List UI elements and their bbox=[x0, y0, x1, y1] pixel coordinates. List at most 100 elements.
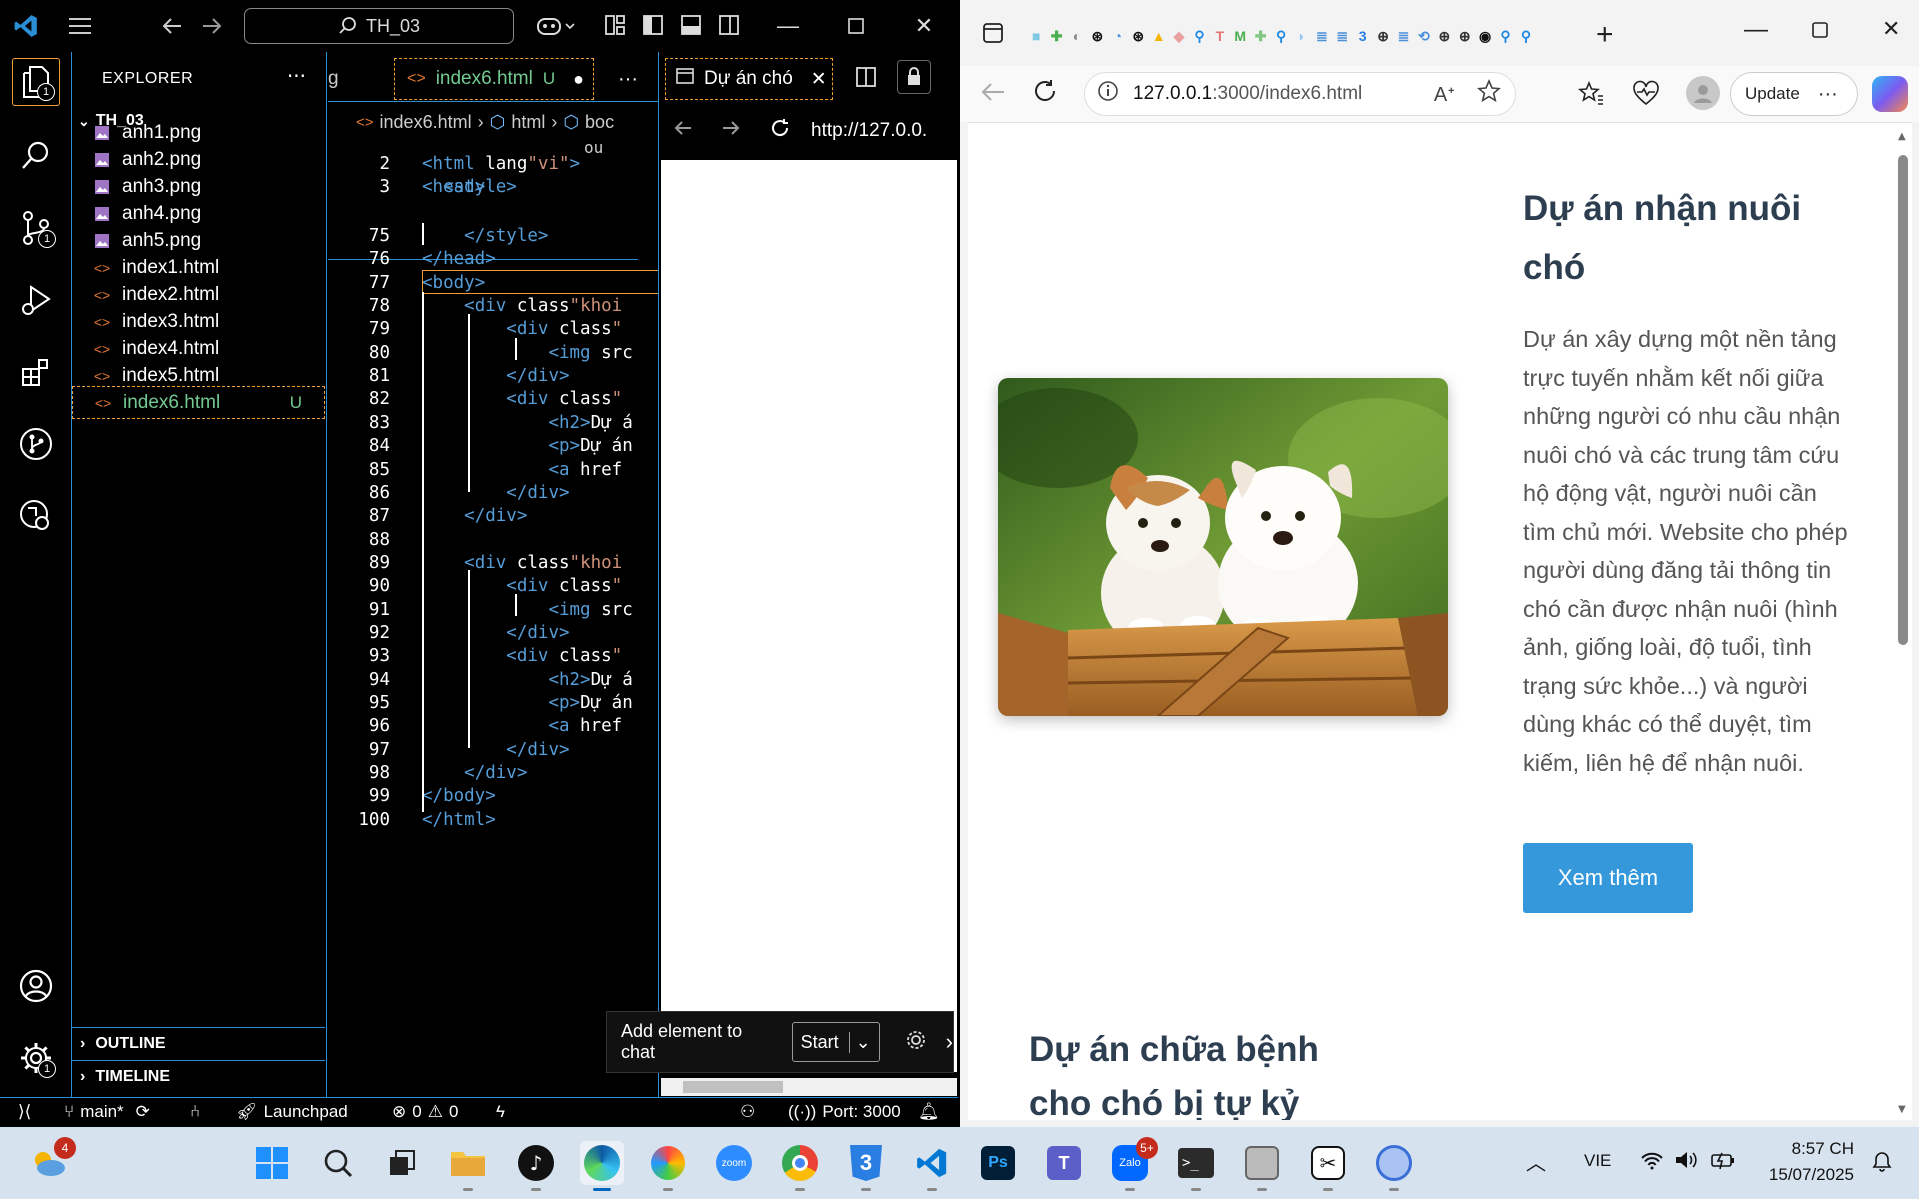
chrome-icon[interactable] bbox=[778, 1141, 822, 1191]
breadcrumb-file[interactable]: index6.html bbox=[380, 112, 472, 133]
split-editor-icon[interactable] bbox=[855, 66, 877, 92]
remote-explorer-icon[interactable] bbox=[12, 492, 60, 540]
toggle-secondary-sidebar-icon[interactable] bbox=[718, 14, 742, 38]
back-arrow-icon[interactable] bbox=[980, 80, 1006, 108]
code-editor[interactable]: g <> index6.html U ● ··· <> index6.html … bbox=[328, 52, 658, 1097]
pinned-tab-favicon-icon[interactable]: ≣ bbox=[1393, 24, 1413, 48]
pinned-tab-favicon-icon[interactable]: T bbox=[1210, 24, 1230, 48]
tab-simple-browser[interactable]: Dự án chó ✕ bbox=[665, 58, 833, 100]
launchpad-status[interactable]: 🚀︎ Launchpad bbox=[236, 1102, 348, 1122]
colorful-app-icon[interactable] bbox=[646, 1141, 690, 1191]
clock-time[interactable]: 8:57 CH bbox=[1790, 1139, 1854, 1159]
more-icon[interactable]: ··· bbox=[1818, 83, 1838, 106]
edge-taskbar-icon[interactable] bbox=[580, 1141, 624, 1191]
forward-arrow-icon[interactable] bbox=[721, 119, 741, 143]
breadcrumb-html[interactable]: html bbox=[511, 112, 545, 133]
back-arrow-icon[interactable] bbox=[673, 119, 693, 143]
close-icon[interactable]: ✕ bbox=[811, 68, 827, 91]
scrollbar-thumb[interactable] bbox=[683, 1081, 783, 1093]
pinned-tab-favicon-icon[interactable]: ⚲ bbox=[1189, 24, 1209, 48]
tiktok-icon[interactable]: ♪ bbox=[514, 1141, 558, 1191]
pinned-tab-favicon-icon[interactable]: M bbox=[1230, 24, 1250, 48]
wifi-icon[interactable] bbox=[1640, 1149, 1664, 1175]
disk-app-icon[interactable] bbox=[1240, 1141, 1284, 1191]
lock-icon[interactable] bbox=[897, 60, 931, 94]
read-aloud-icon[interactable]: Aᐩ bbox=[1434, 82, 1455, 107]
close-icon[interactable]: ✕ bbox=[904, 10, 944, 42]
xem-them-button[interactable]: Xem thêm bbox=[1523, 843, 1693, 913]
pinned-tab-favicon-icon[interactable]: ⊛ bbox=[1087, 24, 1107, 48]
volume-icon[interactable] bbox=[1674, 1149, 1698, 1175]
pinned-tab-favicon-icon[interactable]: ▲ bbox=[1148, 24, 1168, 48]
problems-status[interactable]: ⊗ 0 ⚠ 0 bbox=[392, 1102, 458, 1122]
page-scrollbar[interactable]: ▲ ▼ bbox=[1894, 123, 1912, 1120]
network-app-icon[interactable] bbox=[1372, 1141, 1416, 1191]
toggle-panel-icon[interactable] bbox=[680, 14, 704, 38]
pinned-tab-favicon-icon[interactable]: ≣ bbox=[1312, 24, 1332, 48]
pinned-tab-favicon-icon[interactable]: ⊛ bbox=[1128, 24, 1148, 48]
pinned-tab-favicon-icon[interactable]: ◔ bbox=[1108, 24, 1128, 48]
toggle-sidebar-icon[interactable] bbox=[642, 14, 666, 38]
new-tab-icon[interactable]: + bbox=[1596, 18, 1614, 52]
source-control-icon[interactable]: 1 bbox=[12, 204, 60, 252]
code-line[interactable]: 100 </html> bbox=[328, 806, 658, 834]
unsaved-dot-icon[interactable]: ● bbox=[573, 69, 584, 90]
favorites-icon[interactable] bbox=[1578, 80, 1604, 110]
maximize-icon[interactable] bbox=[1812, 22, 1828, 42]
input-language[interactable]: VIE bbox=[1584, 1151, 1611, 1171]
profile-avatar[interactable] bbox=[1686, 76, 1720, 110]
remote-icon[interactable]: ⟩⟨ bbox=[18, 1102, 31, 1122]
pinned-tab-favicon-icon[interactable]: ⊕ bbox=[1373, 24, 1393, 48]
clock-date[interactable]: 15/07/2025 bbox=[1760, 1165, 1854, 1185]
terminal-icon[interactable]: >_ bbox=[1174, 1141, 1218, 1191]
settings-gear-icon[interactable] bbox=[904, 1028, 928, 1057]
minimize-icon[interactable]: — bbox=[1744, 16, 1768, 44]
sticky-line[interactable]: <style> bbox=[328, 178, 638, 196]
chevron-right-icon[interactable]: › bbox=[946, 1029, 953, 1055]
show-hidden-icons-icon[interactable]: ︿ bbox=[1526, 1147, 1546, 1176]
copilot-icon[interactable] bbox=[534, 12, 578, 40]
pinned-tab-favicon-icon[interactable]: ■ bbox=[1026, 24, 1046, 48]
pinned-tab-favicon-icon[interactable]: ≣ bbox=[1332, 24, 1352, 48]
scroll-up-icon[interactable]: ▲ bbox=[1898, 131, 1906, 142]
pinned-tab-favicon-icon[interactable]: ⚲ bbox=[1516, 24, 1536, 48]
pinned-tab-favicon-icon[interactable]: ◉ bbox=[1475, 24, 1495, 48]
pinned-tab-favicon-icon[interactable]: ◐ bbox=[1067, 24, 1087, 48]
settings-gear-icon[interactable]: 1 bbox=[12, 1034, 60, 1082]
pinned-tab-favicon-icon[interactable]: ◆ bbox=[1169, 24, 1189, 48]
pinned-tab-favicon-icon[interactable]: ◗ bbox=[1291, 24, 1311, 48]
file-item[interactable]: <> index6.html U bbox=[72, 386, 325, 419]
task-view-icon[interactable] bbox=[380, 1141, 424, 1185]
outline-section[interactable]: › OUTLINE bbox=[72, 1027, 325, 1059]
run-debug-icon[interactable] bbox=[12, 276, 60, 324]
notification-bell-icon[interactable] bbox=[1870, 1149, 1894, 1177]
timeline-section[interactable]: › TIMELINE bbox=[72, 1060, 325, 1092]
start-windows-icon[interactable] bbox=[250, 1141, 294, 1185]
reload-icon[interactable] bbox=[769, 117, 791, 145]
lightning-icon[interactable]: ϟ bbox=[496, 1102, 505, 1122]
pinned-tab-favicon-icon[interactable]: ⊕ bbox=[1434, 24, 1454, 48]
pinned-tab-favicon-icon[interactable]: 3 bbox=[1353, 24, 1373, 48]
weather-widget-icon[interactable]: 4 bbox=[26, 1137, 76, 1185]
browser-essentials-icon[interactable] bbox=[1632, 80, 1660, 110]
back-arrow-icon[interactable] bbox=[158, 12, 186, 40]
tab-index6-html[interactable]: <> index6.html U ● bbox=[394, 58, 594, 100]
copilot-icon[interactable] bbox=[1872, 76, 1908, 112]
editor-tab-clipped[interactable]: g bbox=[328, 58, 393, 100]
search-icon[interactable] bbox=[316, 1141, 360, 1185]
photoshop-icon[interactable]: Ps bbox=[976, 1141, 1020, 1185]
battery-icon[interactable] bbox=[1710, 1149, 1736, 1175]
teams-icon[interactable]: T bbox=[1042, 1141, 1086, 1185]
menu-icon[interactable] bbox=[66, 12, 94, 40]
explorer-more-icon[interactable]: ··· bbox=[287, 64, 306, 88]
reload-icon[interactable] bbox=[1032, 78, 1058, 108]
file-explorer-icon[interactable] bbox=[446, 1141, 490, 1191]
explorer-icon[interactable]: 1 bbox=[12, 58, 60, 106]
vscode-taskbar-icon[interactable] bbox=[910, 1141, 954, 1191]
tab-actions-icon[interactable] bbox=[982, 22, 1004, 48]
command-center-search[interactable]: TH_03 bbox=[244, 8, 514, 44]
pinned-tab-favicon-icon[interactable]: ✚ bbox=[1046, 24, 1066, 48]
pinned-tab-favicon-icon[interactable]: ⊕ bbox=[1455, 24, 1475, 48]
scroll-down-icon[interactable]: ▼ bbox=[1898, 1104, 1906, 1115]
info-icon[interactable] bbox=[1097, 80, 1119, 108]
